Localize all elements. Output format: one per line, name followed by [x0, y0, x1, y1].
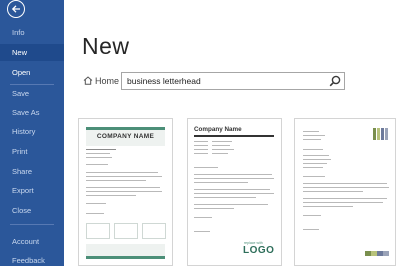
- backstage-sidebar: Info New Open Save Save As History Print…: [0, 0, 64, 266]
- template-thumbnail[interactable]: Company Name replace with LOGO: [187, 118, 282, 266]
- back-arrow-icon[interactable]: [7, 0, 25, 18]
- nav-item-close[interactable]: Close: [0, 202, 64, 219]
- nav-item-save[interactable]: Save: [0, 85, 64, 102]
- nav-item-history[interactable]: History: [0, 123, 64, 140]
- nav-item-share[interactable]: Share: [0, 163, 64, 180]
- nav-item-save-as[interactable]: Save As: [0, 104, 64, 121]
- template-thumbnail[interactable]: [294, 118, 396, 266]
- nav-item-account[interactable]: Account: [0, 233, 64, 250]
- nav-item-export[interactable]: Export: [0, 182, 64, 199]
- page-title: New: [82, 33, 130, 59]
- template-thumbnail[interactable]: COMPANY NAME: [78, 118, 173, 266]
- main-panel: New Home COMPANY NAME: [64, 0, 400, 266]
- letterhead-footer: [86, 244, 165, 259]
- logo-placeholder: LOGO: [243, 245, 275, 256]
- company-name: COMPANY NAME: [96, 133, 155, 140]
- home-icon: [83, 76, 93, 85]
- search-box: [121, 72, 345, 90]
- nav-item-feedback[interactable]: Feedback: [0, 252, 64, 269]
- letterhead-banner: COMPANY NAME: [86, 127, 165, 146]
- nav-item-open[interactable]: Open: [0, 64, 64, 81]
- nav-item-print[interactable]: Print: [0, 143, 64, 160]
- color-bars: [373, 128, 389, 140]
- footer-color-bars: [365, 251, 389, 256]
- home-label: Home: [95, 76, 120, 86]
- search-input[interactable]: [122, 73, 322, 89]
- nav-item-new[interactable]: New: [0, 44, 64, 61]
- nav-item-info[interactable]: Info: [0, 24, 64, 41]
- company-name: Company Name: [194, 126, 242, 133]
- search-icon[interactable]: [328, 74, 342, 88]
- nav-divider: [10, 224, 54, 225]
- header-rule: [194, 135, 274, 137]
